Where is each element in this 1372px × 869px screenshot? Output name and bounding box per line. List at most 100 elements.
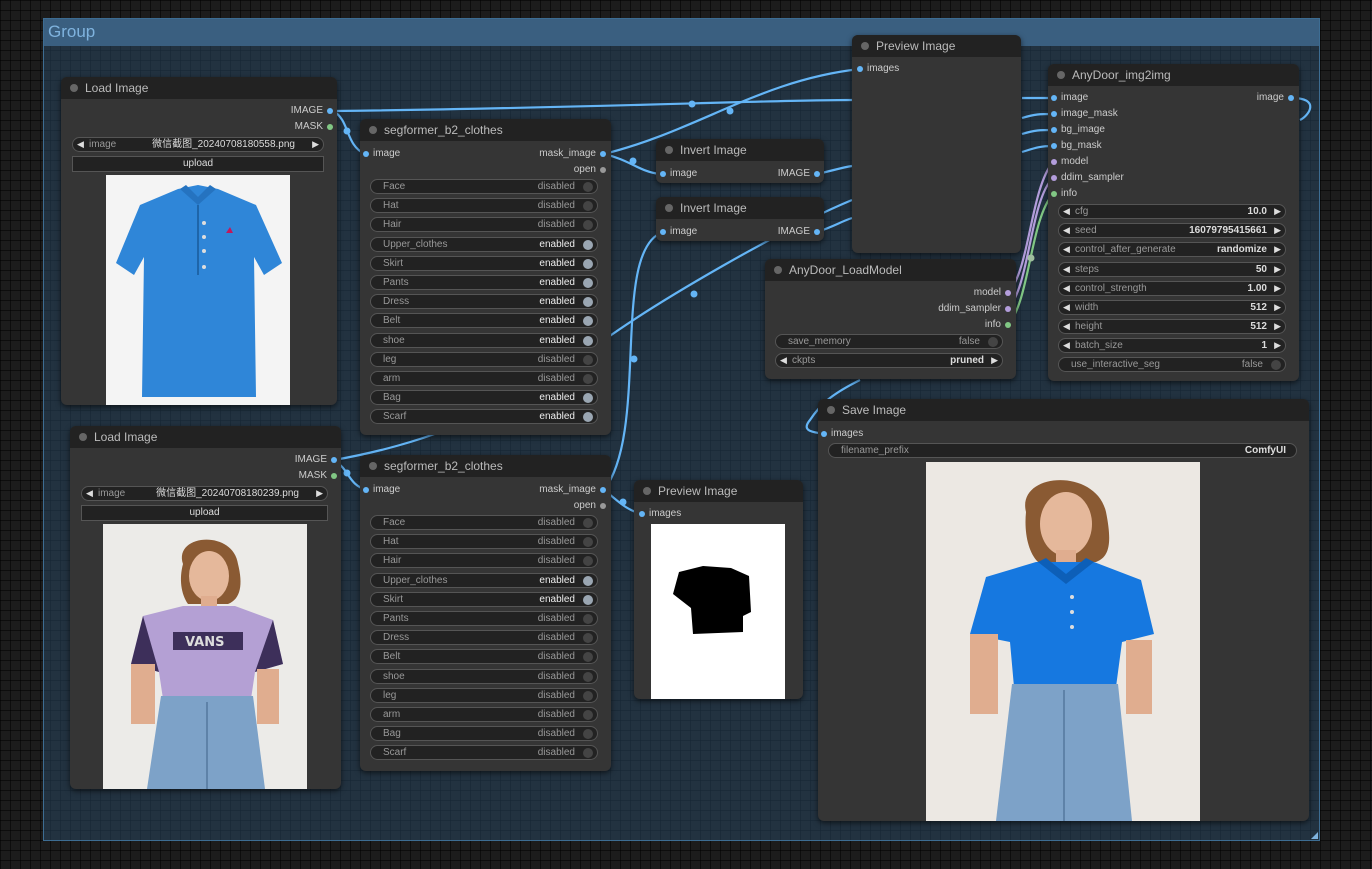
node-title[interactable]: Invert Image bbox=[656, 139, 824, 161]
param-batch-size[interactable]: ◀ batch_size 1 ▶ bbox=[1058, 338, 1286, 354]
input-images[interactable]: images bbox=[821, 428, 863, 440]
collapse-dot-icon[interactable] bbox=[665, 146, 673, 154]
slot-dot-icon[interactable] bbox=[857, 66, 863, 72]
collapse-dot-icon[interactable] bbox=[1057, 71, 1065, 79]
toggle-knob-icon[interactable] bbox=[583, 748, 593, 759]
arrow-left-icon[interactable]: ◀ bbox=[1063, 263, 1070, 276]
toggle-dress[interactable]: Dress enabled bbox=[370, 294, 598, 310]
toggle-knob-icon[interactable] bbox=[583, 354, 593, 365]
node-title[interactable]: Preview Image bbox=[634, 480, 803, 502]
output-open[interactable]: open bbox=[574, 164, 606, 176]
node-title[interactable]: Invert Image bbox=[656, 197, 824, 219]
collapse-dot-icon[interactable] bbox=[774, 266, 782, 274]
toggle-knob-icon[interactable] bbox=[583, 316, 593, 327]
slot-dot-icon[interactable] bbox=[1051, 127, 1057, 133]
arrow-right-icon[interactable]: ▶ bbox=[1274, 263, 1281, 276]
preview-image-node-mask[interactable]: Preview Image images bbox=[634, 480, 803, 699]
toggle-upper-clothes[interactable]: Upper_clothes enabled bbox=[370, 572, 598, 588]
toggle-knob-icon[interactable] bbox=[583, 182, 593, 192]
toggle-scarf[interactable]: Scarf enabled bbox=[370, 409, 598, 425]
param-control-after-generate[interactable]: ◀ control_after_generate randomize ▶ bbox=[1058, 242, 1286, 258]
param-cfg[interactable]: ◀ cfg 10.0 ▶ bbox=[1058, 204, 1286, 219]
invert-image-node-1[interactable]: Invert Image image IMAGE bbox=[656, 139, 824, 183]
input-image[interactable]: image bbox=[1051, 92, 1088, 104]
anydoor-loadmodel-node[interactable]: AnyDoor_LoadModel model ddim_sampler inf… bbox=[765, 259, 1016, 379]
output-mask[interactable]: MASK bbox=[299, 470, 337, 482]
toggle-knob-icon[interactable] bbox=[583, 710, 593, 720]
toggle-knob-icon[interactable] bbox=[583, 412, 593, 423]
node-title[interactable]: AnyDoor_img2img bbox=[1048, 64, 1299, 86]
output-model[interactable]: model bbox=[974, 287, 1011, 299]
upload-button[interactable]: upload bbox=[81, 505, 328, 521]
save-image-node[interactable]: Save Image images filename_prefix ComfyU… bbox=[818, 399, 1309, 821]
input-image-mask[interactable]: image_mask bbox=[1051, 108, 1118, 120]
input-image[interactable]: image bbox=[363, 484, 400, 496]
toggle-bag[interactable]: Bag disabled bbox=[370, 726, 598, 742]
toggle-belt[interactable]: Belt disabled bbox=[370, 649, 598, 665]
input-model[interactable]: model bbox=[1051, 156, 1088, 168]
arrow-right-icon[interactable]: ▶ bbox=[1274, 243, 1281, 256]
slot-dot-icon[interactable] bbox=[1051, 143, 1057, 149]
slot-dot-icon[interactable] bbox=[1005, 290, 1011, 296]
slot-dot-icon[interactable] bbox=[363, 487, 369, 493]
toggle-shoe[interactable]: shoe enabled bbox=[370, 332, 598, 348]
output-mask[interactable]: MASK bbox=[295, 121, 333, 133]
param-seed[interactable]: ◀ seed 16079795415661 ▶ bbox=[1058, 223, 1286, 239]
output-info[interactable]: info bbox=[985, 319, 1011, 331]
slot-dot-icon[interactable] bbox=[327, 108, 333, 114]
slot-dot-icon[interactable] bbox=[1051, 191, 1057, 197]
node-title[interactable]: Load Image bbox=[70, 426, 341, 448]
arrow-right-icon[interactable]: ▶ bbox=[1274, 320, 1281, 333]
slot-dot-icon[interactable] bbox=[327, 124, 333, 130]
input-images[interactable]: images bbox=[857, 63, 899, 75]
segformer-node-2[interactable]: segformer_b2_clothes image mask_image op… bbox=[360, 455, 611, 771]
slot-dot-icon[interactable] bbox=[363, 151, 369, 157]
toggle-knob-icon[interactable] bbox=[988, 337, 998, 347]
slot-dot-icon[interactable] bbox=[331, 473, 337, 479]
toggle-scarf[interactable]: Scarf disabled bbox=[370, 745, 598, 761]
slot-dot-icon[interactable] bbox=[814, 171, 820, 177]
toggle-knob-icon[interactable] bbox=[583, 374, 593, 384]
arrow-right-icon[interactable]: ▶ bbox=[316, 487, 323, 500]
param-control-strength[interactable]: ◀ control_strength 1.00 ▶ bbox=[1058, 280, 1286, 296]
input-image[interactable]: image bbox=[660, 168, 697, 180]
output-ddim-sampler[interactable]: ddim_sampler bbox=[938, 303, 1011, 315]
load-image-node-1[interactable]: Load Image IMAGE MASK ◀ image 微信截图_20240… bbox=[61, 77, 337, 405]
input-bg-mask[interactable]: bg_mask bbox=[1051, 140, 1102, 152]
toggle-knob-icon[interactable] bbox=[583, 556, 593, 567]
toggle-bag[interactable]: Bag enabled bbox=[370, 390, 598, 406]
toggle-dress[interactable]: Dress disabled bbox=[370, 630, 598, 646]
image-select[interactable]: ◀ image 微信截图_20240708180558.png ▶ bbox=[72, 137, 324, 152]
slot-dot-icon[interactable] bbox=[660, 229, 666, 235]
input-images[interactable]: images bbox=[639, 508, 681, 520]
node-title[interactable]: Save Image bbox=[818, 399, 1309, 421]
arrow-left-icon[interactable]: ◀ bbox=[86, 487, 93, 500]
toggle-face[interactable]: Face disabled bbox=[370, 515, 598, 530]
arrow-left-icon[interactable]: ◀ bbox=[1063, 320, 1070, 333]
group-resize-handle[interactable] bbox=[1311, 832, 1318, 839]
toggle-pants[interactable]: Pants disabled bbox=[370, 611, 598, 626]
invert-image-node-2[interactable]: Invert Image image IMAGE bbox=[656, 197, 824, 241]
node-title[interactable]: segformer_b2_clothes bbox=[360, 455, 611, 477]
toggle-knob-icon[interactable] bbox=[583, 633, 593, 644]
toggle-leg[interactable]: leg disabled bbox=[370, 687, 598, 703]
toggle-arm[interactable]: arm disabled bbox=[370, 707, 598, 722]
toggle-knob-icon[interactable] bbox=[583, 220, 593, 231]
collapse-dot-icon[interactable] bbox=[665, 204, 673, 212]
output-open[interactable]: open bbox=[574, 500, 606, 512]
param-steps[interactable]: ◀ steps 50 ▶ bbox=[1058, 261, 1286, 277]
slot-dot-icon[interactable] bbox=[639, 511, 645, 517]
toggle-knob-icon[interactable] bbox=[583, 729, 593, 740]
toggle-hat[interactable]: Hat disabled bbox=[370, 534, 598, 550]
slot-dot-icon[interactable] bbox=[814, 229, 820, 235]
input-ddim-sampler[interactable]: ddim_sampler bbox=[1051, 172, 1124, 184]
slot-dot-icon[interactable] bbox=[600, 151, 606, 157]
arrow-left-icon[interactable]: ◀ bbox=[1063, 282, 1070, 295]
toggle-knob-icon[interactable] bbox=[583, 201, 593, 212]
arrow-right-icon[interactable]: ▶ bbox=[1274, 301, 1281, 314]
toggle-shoe[interactable]: shoe disabled bbox=[370, 668, 598, 684]
ckpts-select[interactable]: ◀ ckpts pruned ▶ bbox=[775, 353, 1003, 368]
slot-dot-icon[interactable] bbox=[600, 503, 606, 509]
toggle-upper-clothes[interactable]: Upper_clothes enabled bbox=[370, 236, 598, 252]
load-image-node-2[interactable]: Load Image IMAGE MASK ◀ image 微信截图_20240… bbox=[70, 426, 341, 789]
